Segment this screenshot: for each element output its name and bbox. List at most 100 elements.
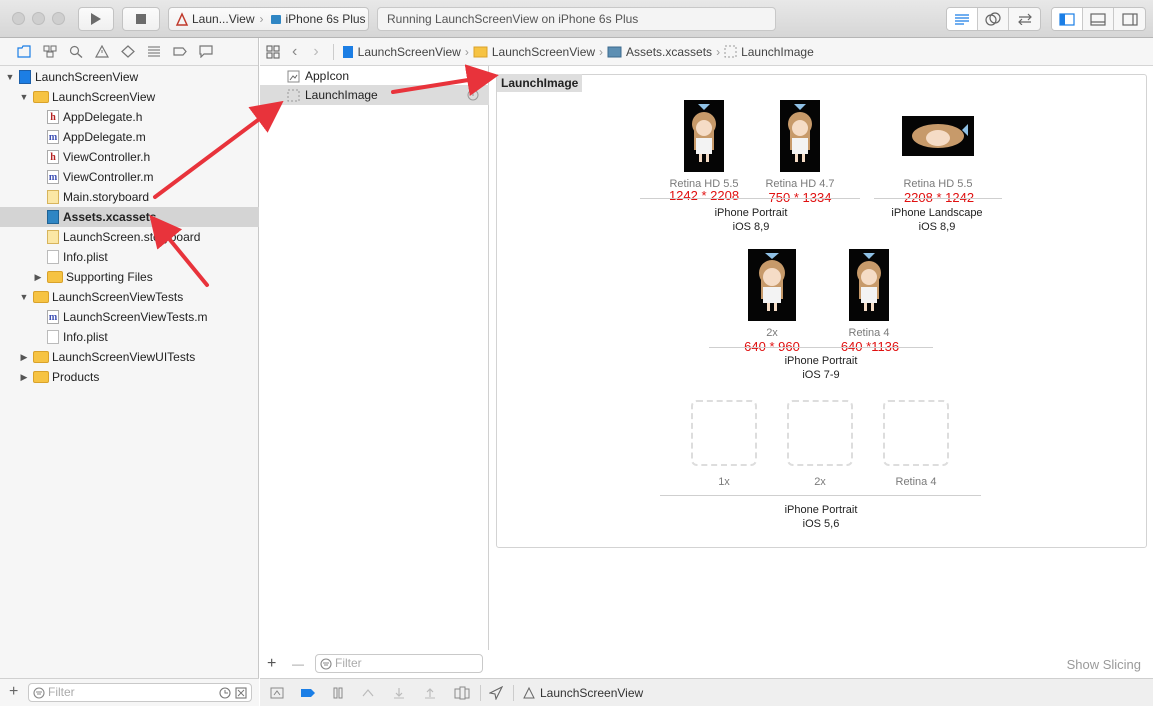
navigator-filter-input[interactable]: Filter [28,683,252,702]
navigator-item[interactable]: h ViewController.h [0,147,259,167]
utilities-toggle-button[interactable] [1114,8,1145,30]
navigator-item[interactable]: ▼ LaunchScreenView [0,67,259,87]
launch-image-retina-hd-47-portrait[interactable] [780,100,820,172]
step-over-icon[interactable] [361,687,375,699]
navigator-item[interactable]: LaunchScreen.storyboard [0,227,259,247]
warning-badge-icon [467,89,479,101]
navigator-item[interactable]: Info.plist [0,327,259,347]
debug-icon[interactable] [147,45,161,58]
navigator-item[interactable]: ▶ Products [0,367,259,387]
report-icon[interactable] [199,45,213,58]
disclosure-closed-icon[interactable]: ▶ [19,352,29,363]
run-button[interactable] [78,7,114,31]
navigator-item-label: ViewController.m [63,170,154,184]
launch-image-2x-portrait[interactable] [748,249,796,321]
navigator-item-label: LaunchScreenViewTests [52,290,184,304]
asset-catalog-icon [607,46,622,57]
navigator-item-label: AppDelegate.h [63,110,143,124]
crumb-project[interactable]: LaunchScreenView [358,45,461,59]
close-window-button[interactable] [12,12,25,25]
hide-debug-area-icon[interactable] [270,687,284,699]
remove-asset-button[interactable]: — [292,657,304,671]
navigator-item[interactable]: Info.plist [0,247,259,267]
empty-slot-2x[interactable] [787,400,853,466]
disclosure-open-icon[interactable]: ▼ [19,92,29,102]
standard-editor-icon [955,14,969,25]
back-button[interactable]: ‹ [292,43,297,61]
folder-icon [473,46,488,57]
add-file-button[interactable]: + [9,683,18,701]
disclosure-open-icon[interactable]: ▼ [5,72,15,82]
navigator-item[interactable]: ▼ LaunchScreenView [0,87,259,107]
standard-editor-button[interactable] [947,8,978,30]
scheme-target-label: Laun...View [192,12,255,26]
related-items-icon[interactable] [266,44,280,59]
launch-image-retina-4-portrait[interactable] [849,249,889,321]
breakpoint-icon[interactable] [173,45,187,58]
asset-item-label: AppIcon [305,69,350,83]
crumb-launch-image[interactable]: LaunchImage [741,45,814,59]
navigator-item[interactable]: ▼ LaunchScreenViewTests [0,287,259,307]
debug-toggle-button[interactable] [1083,8,1114,30]
step-out-icon[interactable] [423,687,437,699]
launch-image-retina-hd-55-landscape[interactable] [902,116,974,156]
disclosure-closed-icon[interactable]: ▶ [33,272,43,283]
slot-label: 2x [766,327,778,339]
recent-files-icon[interactable] [219,687,231,699]
navigator-item-label: LaunchScreenViewUITests [52,350,196,364]
add-asset-button[interactable]: + [267,655,276,673]
slot-label: Retina HD 5.5 [903,178,973,190]
search-icon[interactable] [69,45,83,58]
warning-icon[interactable] [95,45,109,58]
crumb-asset-catalog[interactable]: Assets.xcassets [626,45,712,59]
navigator-item-label: Info.plist [63,250,108,264]
navigator-item[interactable]: ▶ Supporting Files [0,267,259,287]
file-icon [47,230,59,244]
girl-illustration-image [912,124,968,148]
folder-icon [33,91,49,103]
crumb-group[interactable]: LaunchScreenView [492,45,595,59]
filter-icon [320,658,332,670]
scheme-selector[interactable]: Laun...View › iPhone 6s Plus [168,7,369,31]
girl-illustration-image [788,104,812,162]
symbol-icon[interactable] [43,45,57,58]
project-navigator: ▼ LaunchScreenView ▼ LaunchScreenView h AppDe… [0,38,259,706]
empty-slot-retina-4[interactable] [883,400,949,466]
stop-button[interactable] [122,7,160,31]
minimize-window-button[interactable] [32,12,45,25]
view-hierarchy-icon[interactable] [454,686,470,700]
navigator-item[interactable]: m LaunchScreenViewTests.m [0,307,259,327]
location-icon[interactable] [489,685,503,700]
pause-icon[interactable] [332,687,344,699]
navigator-item[interactable]: m ViewController.m [0,167,259,187]
breakpoints-toggle-icon[interactable] [300,687,316,699]
navigator-item[interactable]: Main.storyboard [0,187,259,207]
asset-item-launchimage[interactable]: LaunchImage [260,85,489,105]
folder-icon [33,351,49,363]
source-control-filter-icon[interactable] [235,687,247,699]
asset-filter-input[interactable]: Filter [315,654,483,673]
asset-list-footer: + — Filter [260,650,489,678]
file-icon: h [47,150,59,164]
navigator-item[interactable]: m AppDelegate.m [0,127,259,147]
navigator-toggle-button[interactable] [1052,8,1083,30]
empty-slot-1x[interactable] [691,400,757,466]
navigator-item[interactable]: ▶ LaunchScreenViewUITests [0,347,259,367]
test-icon[interactable] [121,45,135,58]
size-annotation: 1242 * 2208 [668,188,740,203]
navigator-item[interactable]: h AppDelegate.h [0,107,259,127]
asset-item-appicon[interactable]: AppIcon [260,66,489,86]
assistant-editor-icon [985,12,1001,26]
launch-image-retina-hd-55-portrait[interactable] [684,100,724,172]
disclosure-open-icon[interactable]: ▼ [19,292,29,302]
zoom-window-button[interactable] [52,12,65,25]
disclosure-closed-icon[interactable]: ▶ [19,372,29,383]
folder-icon[interactable] [17,45,31,58]
assistant-editor-button[interactable] [978,8,1009,30]
version-editor-button[interactable] [1009,8,1040,30]
navigator-item[interactable]: Assets.xcassets [0,207,259,227]
step-into-icon[interactable] [392,687,406,699]
run-icon [91,13,101,25]
forward-button[interactable]: › [313,43,318,61]
show-slicing-button[interactable]: Show Slicing [1067,657,1141,672]
